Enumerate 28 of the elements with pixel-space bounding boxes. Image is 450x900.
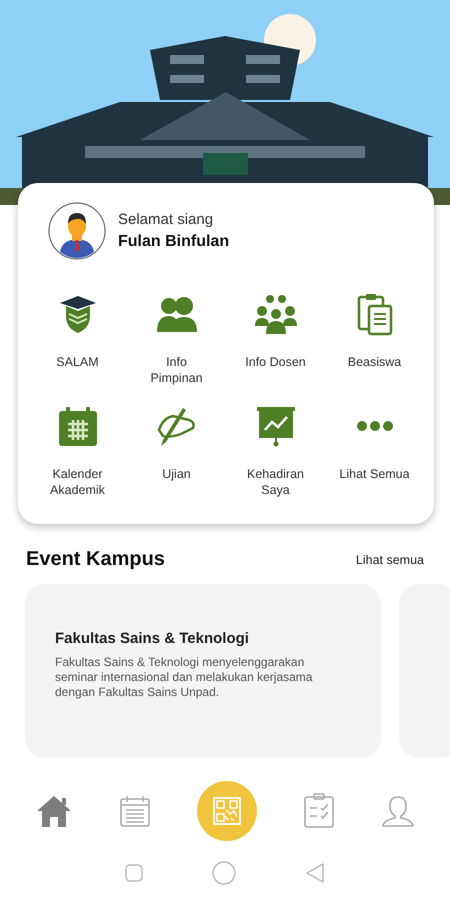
back-icon[interactable] (304, 862, 326, 884)
menu-item[interactable]: Ujian (127, 404, 226, 502)
menu-item[interactable]: Beasiswa (325, 292, 424, 390)
recents-icon[interactable] (124, 863, 144, 883)
see-all-link[interactable]: Lihat semua (356, 552, 424, 566)
clipboard-checklist-icon (303, 793, 335, 829)
menu-item[interactable]: Kalender Akademik (28, 404, 127, 502)
calendar-icon (119, 794, 151, 828)
nav-tab[interactable] (35, 793, 73, 829)
menu-item[interactable]: SALAM (28, 292, 127, 390)
home-button-icon[interactable] (210, 860, 237, 886)
qr-code-icon (212, 796, 242, 826)
menu-item[interactable]: Info Pimpinan (127, 292, 226, 390)
nav-tab[interactable] (119, 794, 151, 828)
section-title: Event Kampus (26, 548, 165, 571)
menu-item[interactable]: Info Dosen (226, 292, 325, 390)
greeting-text: Selamat siang (118, 211, 214, 228)
user-name: Fulan Binfulan (118, 233, 230, 251)
home-icon (35, 793, 73, 829)
user-icon (381, 794, 415, 828)
more-dots-icon (356, 421, 392, 431)
menu-item[interactable]: Kehadiran Saya (226, 404, 325, 502)
avatar (48, 202, 106, 260)
people-group-icon (254, 292, 298, 336)
menu-item[interactable]: Lihat Semua (325, 404, 424, 502)
nav-tab[interactable] (303, 793, 335, 829)
nav-tab[interactable] (381, 794, 415, 828)
event-card[interactable]: Fakultas Sains & Teknologi Fakultas Sains & Teknologi menyelenggarakan seminar internasional dan melakukan kerjasama dengan Fakultas Sains Unpad. (25, 584, 381, 758)
